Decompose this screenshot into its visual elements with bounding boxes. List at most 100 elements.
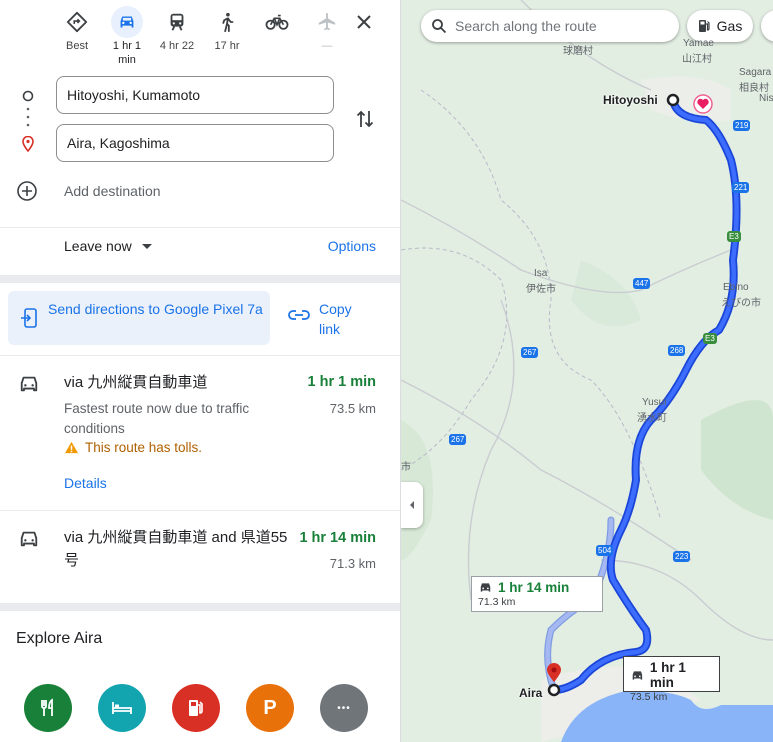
map-label-sagara-jp: 相良村 [739, 83, 769, 94]
mode-best[interactable]: Best [52, 6, 102, 67]
route-1-distance: 73.5 km [329, 401, 376, 416]
mode-walking-label: 17 hr [214, 40, 240, 52]
road-shield: 267 [449, 434, 467, 445]
origin-input[interactable]: Hitoyoshi, Kumamoto [56, 76, 334, 114]
mode-cycling[interactable] [252, 6, 302, 67]
caret-down-icon [141, 243, 152, 249]
add-destination-button[interactable]: Add destination [16, 180, 161, 202]
map-label-isa-jp: 伊佐市 [526, 284, 556, 295]
map-label-yusui: Yusui [642, 397, 667, 408]
route-1-description: Fastest route now due to traffic conditi… [64, 401, 250, 436]
bicycle-icon [265, 14, 289, 30]
mode-flights[interactable]: — [302, 6, 352, 67]
toll-warning: This route has tolls. [64, 440, 202, 455]
hotels-button[interactable] [98, 684, 146, 732]
add-destination-label: Add destination [64, 183, 161, 199]
route-1-via: via 九州縦貫自動車道 [64, 374, 208, 391]
car-icon [20, 376, 38, 392]
send-to-phone-button[interactable]: Send directions to Google Pixel 7a [8, 291, 270, 345]
road-shield: 268 [668, 345, 686, 356]
map-label-yamae: Yamae [683, 38, 714, 49]
warning-icon [65, 441, 78, 454]
more-categories-button[interactable]: ••• [320, 684, 368, 732]
road-shield: 504 [596, 545, 614, 556]
map-label-ebino-jp: えびの市 [721, 298, 761, 309]
divider [0, 227, 400, 228]
gas-chip-label: Gas [716, 18, 743, 34]
callout-alt-distance: 71.3 km [478, 596, 516, 608]
car-icon [120, 16, 134, 28]
mode-walking[interactable]: 17 hr [202, 6, 252, 67]
gas-stations-button[interactable] [172, 684, 220, 732]
mode-transit[interactable]: 4 hr 22 [152, 6, 202, 67]
send-directions-label: Send directions to Google Pixel 7a [48, 301, 263, 317]
callout-fast-time: 1 hr 1 min [649, 660, 686, 690]
mode-driving-label: 1 hr 1 min [112, 40, 142, 66]
route-2-time: 1 hr 14 min [299, 530, 376, 546]
mode-transit-label: 4 hr 22 [159, 40, 195, 52]
section-divider [0, 603, 400, 611]
directions-panel: Best 1 hr 1 min 4 hr 22 17 hr — Hitoyosh… [0, 0, 400, 742]
collapse-panel-button[interactable] [401, 482, 423, 528]
map[interactable]: Search along the route Gas 球磨村 Yamae 山江村… [401, 0, 773, 742]
train-icon [170, 13, 184, 31]
more-dots-icon: ••• [337, 702, 351, 714]
road-shield: 447 [633, 278, 651, 289]
explore-title: Explore Aira [16, 630, 103, 647]
map-label-yusui-jp: 湧水町 [637, 413, 667, 424]
expressway-shield: E3 [703, 333, 717, 344]
leave-now-label: Leave now [64, 238, 132, 254]
route-2-via: via 九州縦貫自動車道 and 県道55号 [64, 529, 288, 569]
chevron-left-icon [410, 501, 414, 509]
route-callout-fast[interactable]: 1 hr 1 min 73.5 km [623, 656, 720, 703]
map-label-kumamura: 球磨村 [563, 46, 593, 57]
car-icon [20, 531, 38, 547]
travel-mode-bar: Best 1 hr 1 min 4 hr 22 17 hr — [52, 6, 352, 67]
section-divider [0, 275, 400, 283]
send-to-phone-icon [21, 308, 37, 328]
search-placeholder: Search along the route [455, 18, 597, 34]
route-dots-icon [26, 107, 30, 127]
add-circle-icon [17, 181, 37, 201]
search-icon [432, 19, 447, 34]
map-label-sagara: Sagara [739, 67, 772, 78]
map-label-nishiki: Nis [759, 93, 773, 104]
mode-flights-label: — [321, 40, 333, 52]
map-label-ebino: Ebino [723, 282, 749, 293]
car-icon [632, 670, 643, 680]
road-shield: 267 [521, 347, 539, 358]
swap-button[interactable] [352, 106, 378, 132]
route-1-time: 1 hr 1 min [307, 374, 377, 390]
map-label-yamae-jp: 山江村 [682, 54, 712, 65]
route-option-1[interactable]: via 九州縦貫自動車道 1 hr 1 min 73.5 km Fastest … [0, 356, 400, 510]
parking-button[interactable]: P [246, 684, 294, 732]
map-label-aira: Aira [519, 686, 543, 700]
swap-arrows-icon [356, 110, 374, 128]
options-button[interactable]: Options [328, 238, 376, 254]
map-search-box[interactable]: Search along the route [421, 10, 679, 42]
destination-input[interactable]: Aira, Kagoshima [56, 124, 334, 162]
restaurants-button[interactable] [24, 684, 72, 732]
close-directions-button[interactable] [350, 8, 378, 36]
mode-best-label: Best [65, 40, 88, 52]
road-shield: 219 [733, 120, 751, 131]
gas-pump-icon [189, 700, 203, 716]
car-icon [480, 583, 491, 592]
road-shield: 223 [673, 551, 691, 562]
leave-now-dropdown[interactable]: Leave now [64, 238, 152, 254]
walking-icon [222, 12, 234, 33]
destination-pin-icon [20, 136, 36, 152]
airplane-icon [318, 12, 336, 31]
callout-alt-time: 1 hr 14 min [498, 580, 570, 595]
mode-driving[interactable]: 1 hr 1 min [102, 6, 152, 67]
map-canvas [401, 0, 773, 742]
callout-fast-distance: 73.5 km [630, 691, 668, 703]
road-shield: 221 [732, 182, 750, 193]
copy-link-label: Copy link [319, 301, 352, 337]
route-option-2[interactable]: via 九州縦貫自動車道 and 県道55号 1 hr 14 min 71.3 … [0, 511, 400, 603]
route-1-details-link[interactable]: Details [64, 475, 107, 491]
toll-warning-text: This route has tolls. [85, 440, 203, 455]
route-callout-alt[interactable]: 1 hr 14 min 71.3 km [471, 576, 603, 612]
bed-icon [112, 702, 132, 714]
map-label-edge: 市 [401, 462, 411, 473]
